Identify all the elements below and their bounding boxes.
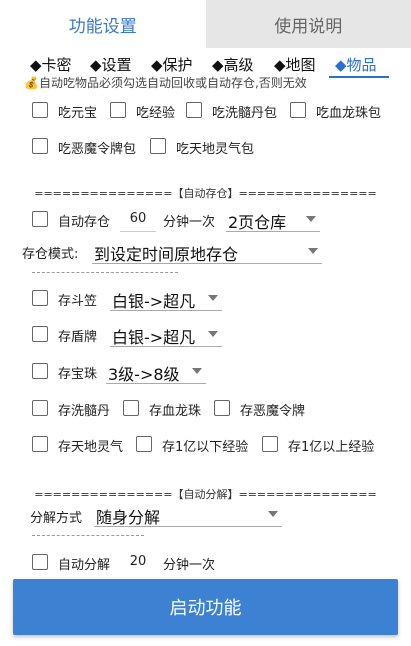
label-eat-xisui: 吃洗髓丹包 <box>212 106 278 121</box>
subtab-settings[interactable]: ◆设置 <box>90 54 132 75</box>
gem-level-select[interactable]: 3级->8级 <box>106 359 206 384</box>
checkbox-store-tiandi[interactable] <box>32 436 48 452</box>
checkbox-store-exp-below[interactable] <box>136 436 152 452</box>
chevron-down-icon <box>308 248 318 254</box>
store-mode-value: 到设定时间原地存仓 <box>94 245 239 264</box>
divider <box>32 272 178 273</box>
douli-grade-select[interactable]: 白银->超凡 <box>110 286 222 311</box>
tab-settings[interactable]: 功能设置 <box>0 0 206 48</box>
label-decompose-unit: 分钟一次 <box>163 558 216 573</box>
label-decompose-method: 分解方式 <box>30 511 83 526</box>
label-eat-exp: 吃经验 <box>136 106 176 121</box>
sub-tabs: ◆卡密 ◆设置 ◆保护 ◆高级 ◆地图 ◆物品 <box>0 52 411 78</box>
chevron-down-icon <box>306 216 316 222</box>
shield-grade-select[interactable]: 白银->超凡 <box>110 322 222 347</box>
subtab-items[interactable]: ◆物品 <box>335 54 377 75</box>
label-store-exp-below: 存1亿以下经验 <box>162 440 249 455</box>
eat-items-row-2: 吃恶魔令牌包 吃天地灵气包 <box>0 134 411 160</box>
tab-instructions[interactable]: 使用说明 <box>205 0 411 48</box>
divider <box>32 535 144 536</box>
label-eat-xuelong: 吃血龙珠包 <box>316 106 382 121</box>
store-items-row-2: 存天地灵气 存1亿以下经验 存1亿以上经验 <box>0 432 411 458</box>
label-store-demon-token: 存恶魔令牌 <box>240 404 306 419</box>
label-store-xisui: 存洗髓丹 <box>58 404 111 419</box>
store-mode-row: 存仓模式: 到设定时间原地存仓 <box>0 237 411 264</box>
storage-page-select[interactable]: 2页仓库 <box>226 207 320 232</box>
store-gem-row: 存宝珠 3级->8级 <box>0 359 411 385</box>
notice-text: 💰自动吃物品必须勾选自动回收或自动存仓,否则无效 <box>24 76 307 90</box>
auto-decompose-row: 自动分解 20 分钟一次 <box>0 552 411 578</box>
checkbox-eat-demon-token[interactable] <box>32 138 48 154</box>
checkbox-store-gem[interactable] <box>32 363 48 379</box>
checkbox-eat-xisui[interactable] <box>186 102 202 118</box>
subtab-advanced[interactable]: ◆高级 <box>212 54 254 75</box>
checkbox-auto-decompose[interactable] <box>32 554 48 570</box>
label-store-shield: 存盾牌 <box>58 330 98 345</box>
checkbox-store-douli[interactable] <box>32 290 48 306</box>
decompose-method-value: 随身分解 <box>96 508 161 527</box>
interval-underline <box>120 231 156 232</box>
storage-page-value: 2页仓库 <box>228 213 287 232</box>
chevron-down-icon <box>268 511 278 517</box>
checkbox-eat-exp[interactable] <box>110 102 126 118</box>
label-eat-tiandi: 吃天地灵气包 <box>176 142 255 157</box>
label-store-xuelong: 存血龙珠 <box>149 404 202 419</box>
label-store-gem: 存宝珠 <box>58 367 98 382</box>
label-auto-decompose: 自动分解 <box>58 558 111 573</box>
store-shield-row: 存盾牌 白银->超凡 <box>0 322 411 348</box>
douli-grade-value: 白银->超凡 <box>112 292 196 311</box>
label-interval-unit: 分钟一次 <box>163 215 216 230</box>
label-store-exp-above: 存1亿以上经验 <box>288 440 375 455</box>
label-store-douli: 存斗笠 <box>58 294 98 309</box>
shield-grade-value: 白银->超凡 <box>112 328 196 347</box>
checkbox-store-exp-above[interactable] <box>262 436 278 452</box>
store-mode-select[interactable]: 到设定时间原地存仓 <box>92 239 322 264</box>
store-douli-row: 存斗笠 白银->超凡 <box>0 286 411 312</box>
checkbox-store-demon-token[interactable] <box>214 400 230 416</box>
chevron-down-icon <box>192 368 202 374</box>
decompose-method-row: 分解方式 随身分解 <box>0 502 411 528</box>
gem-level-value: 3级->8级 <box>108 365 180 384</box>
checkbox-eat-tiandi[interactable] <box>150 138 166 154</box>
label-eat-demon-token: 吃恶魔令牌包 <box>58 142 137 157</box>
label-store-tiandi: 存天地灵气 <box>58 440 124 455</box>
label-store-mode: 存仓模式: <box>22 247 79 262</box>
checkbox-auto-store[interactable] <box>32 211 48 227</box>
subtab-card-key[interactable]: ◆卡密 <box>30 54 72 75</box>
auto-decompose-header: ===============【自动分解】=============== <box>34 488 377 501</box>
label-eat-yuanbao: 吃元宝 <box>58 106 98 121</box>
checkbox-store-xuelong[interactable] <box>123 400 139 416</box>
chevron-down-icon <box>208 295 218 301</box>
start-button[interactable]: 启动功能 <box>13 579 398 635</box>
checkbox-store-shield[interactable] <box>32 326 48 342</box>
checkbox-store-xisui[interactable] <box>32 400 48 416</box>
subtab-protect[interactable]: ◆保护 <box>151 54 193 75</box>
top-tabs: 功能设置 使用说明 <box>0 0 411 48</box>
decompose-method-select[interactable]: 随身分解 <box>94 502 282 527</box>
auto-store-row: 自动存仓 60 分钟一次 2页仓库 <box>0 207 411 233</box>
store-items-row-1: 存洗髓丹 存血龙珠 存恶魔令牌 <box>0 396 411 422</box>
chevron-down-icon <box>208 331 218 337</box>
checkbox-eat-xuelong[interactable] <box>290 102 306 118</box>
eat-items-row-1: 吃元宝 吃经验 吃洗髓丹包 吃血龙珠包 <box>0 98 411 124</box>
label-auto-store: 自动存仓 <box>58 215 111 230</box>
auto-store-interval-input[interactable]: 60 <box>123 211 153 226</box>
subtab-map[interactable]: ◆地图 <box>274 54 316 75</box>
auto-decompose-interval-input[interactable]: 20 <box>123 554 153 569</box>
checkbox-eat-yuanbao[interactable] <box>32 102 48 118</box>
auto-store-header: ===============【自动存仓】=============== <box>34 187 377 200</box>
